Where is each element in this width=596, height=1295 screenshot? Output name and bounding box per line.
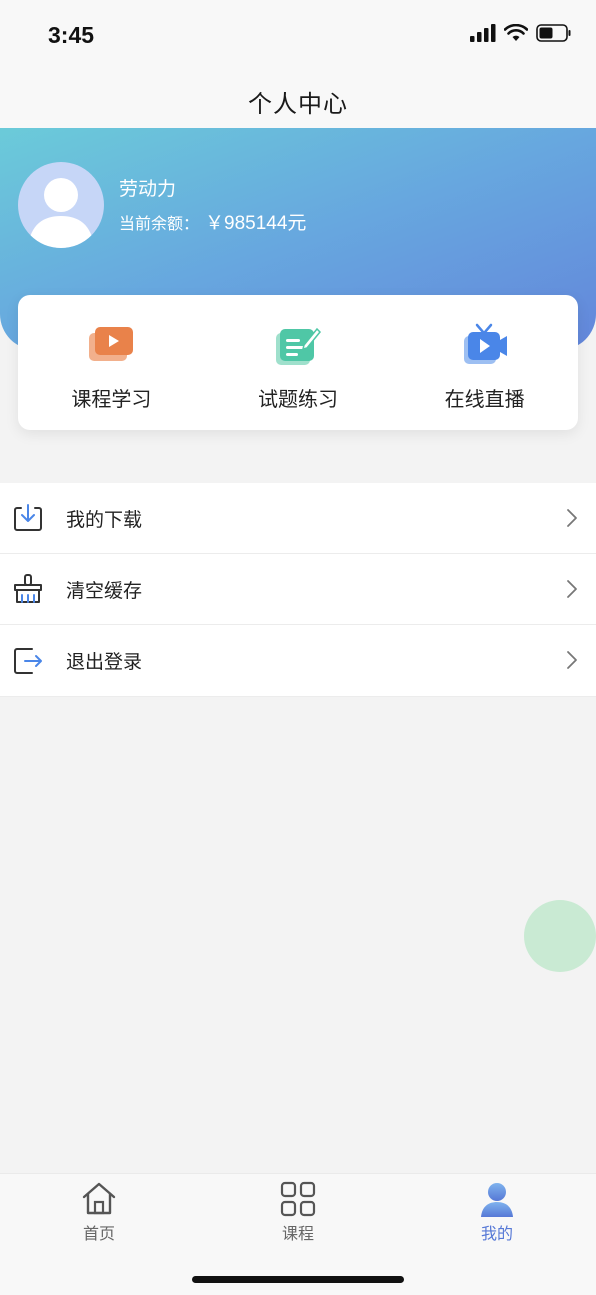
course-video-icon bbox=[89, 327, 134, 361]
quick-action-course-study[interactable]: 课程学习 bbox=[18, 295, 205, 430]
quick-action-label: 课程学习 bbox=[71, 387, 152, 411]
home-indicator bbox=[192, 1276, 404, 1283]
quick-action-exercise[interactable]: 试题练习 bbox=[205, 295, 392, 430]
menu-item-label: 清空缓存 bbox=[66, 579, 143, 602]
live-tv-icon bbox=[463, 323, 507, 364]
avatar-person-icon bbox=[28, 178, 94, 248]
tab-label: 我的 bbox=[480, 1224, 513, 1243]
clear-cache-icon bbox=[14, 574, 42, 603]
balance-row: 当前余额： ￥985144元 bbox=[119, 208, 306, 235]
home-icon bbox=[82, 1182, 116, 1215]
floating-assistive-button[interactable] bbox=[524, 900, 596, 972]
avatar[interactable] bbox=[18, 162, 104, 248]
tab-label: 首页 bbox=[82, 1224, 115, 1243]
logout-icon bbox=[14, 647, 42, 674]
exercise-edit-icon bbox=[276, 327, 322, 365]
grid-icon bbox=[280, 1181, 316, 1217]
quick-action-label: 在线直播 bbox=[444, 387, 525, 411]
wifi-icon bbox=[504, 24, 528, 41]
signal-icon bbox=[470, 24, 496, 42]
menu-item-clear-cache[interactable]: 清空缓存 bbox=[0, 554, 596, 625]
nav-bar: 个人中心 bbox=[0, 70, 596, 128]
quick-actions-card: 课程学习 试题练习 在线直播 bbox=[18, 295, 578, 430]
chevron-right-icon bbox=[567, 509, 577, 527]
balance-value: ￥985144元 bbox=[205, 213, 307, 234]
tab-mine[interactable]: 我的 bbox=[437, 1180, 557, 1244]
menu-item-my-downloads[interactable]: 我的下载 bbox=[0, 483, 596, 554]
quick-action-label: 试题练习 bbox=[258, 387, 338, 411]
user-icon bbox=[481, 1183, 513, 1217]
tab-label: 课程 bbox=[281, 1224, 314, 1243]
tab-courses[interactable]: 课程 bbox=[238, 1180, 358, 1244]
balance-label: 当前余额： bbox=[119, 214, 200, 233]
menu-item-logout[interactable]: 退出登录 bbox=[0, 625, 596, 697]
chevron-right-icon bbox=[567, 580, 577, 598]
chevron-right-icon bbox=[567, 651, 577, 669]
status-time: 3:45 bbox=[48, 22, 95, 48]
menu-item-label: 退出登录 bbox=[66, 651, 143, 673]
user-name: 劳动力 bbox=[119, 178, 177, 200]
status-icons bbox=[470, 24, 572, 42]
quick-action-live[interactable]: 在线直播 bbox=[391, 295, 578, 430]
page-title: 个人中心 bbox=[248, 90, 348, 118]
menu-item-label: 我的下载 bbox=[66, 508, 143, 531]
battery-icon bbox=[536, 24, 571, 42]
tab-home[interactable]: 首页 bbox=[39, 1180, 159, 1244]
settings-menu: 我的下载 清空缓存 退出登录 bbox=[0, 483, 596, 697]
status-bar: 3:45 bbox=[0, 0, 596, 70]
download-icon bbox=[14, 504, 42, 531]
